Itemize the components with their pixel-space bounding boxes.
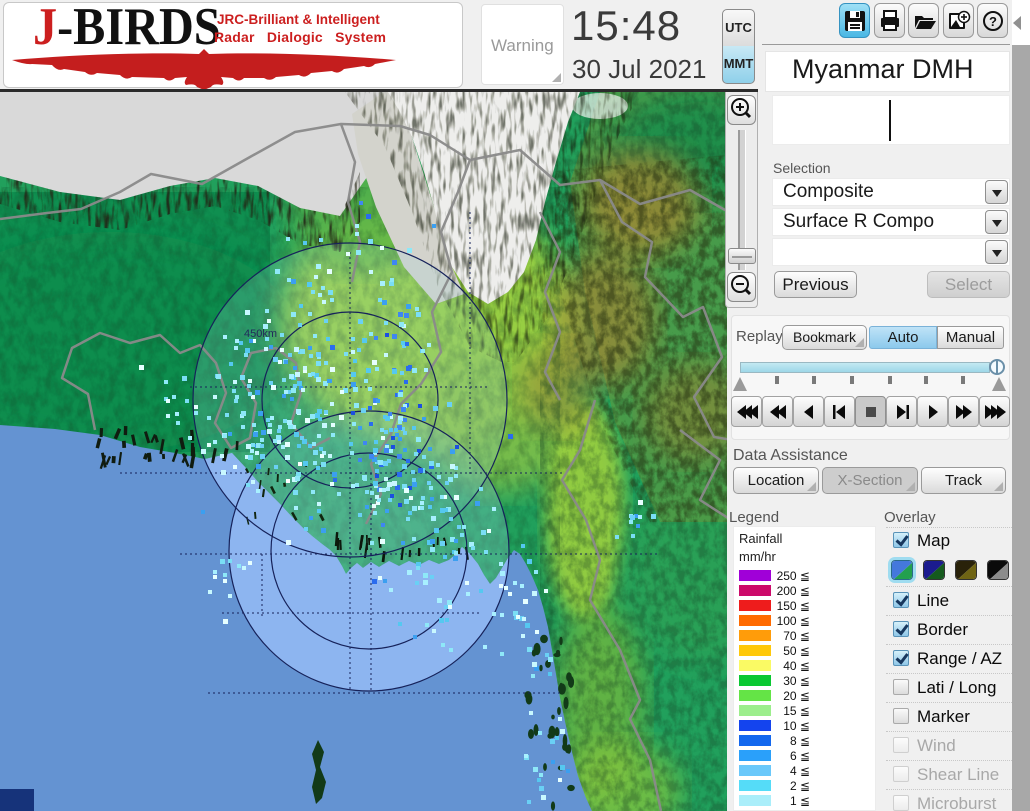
svg-text:450km: 450km — [244, 328, 277, 340]
svg-text:?: ? — [989, 14, 997, 29]
